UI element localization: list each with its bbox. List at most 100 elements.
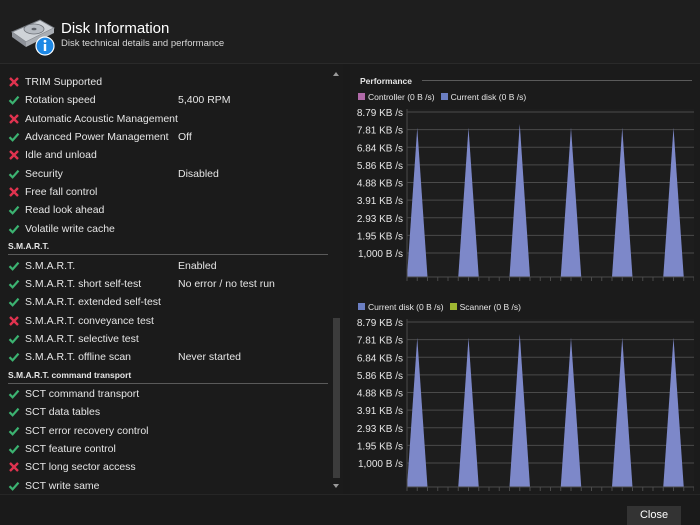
scroll-thumb[interactable] [333, 318, 340, 478]
disk-details-list[interactable]: TRIM Supported Rotation speed 5,400 RPM Aut… [0, 64, 343, 494]
scroll-down-arrow-icon[interactable] [333, 484, 339, 488]
feature-label: S.M.A.R.T. selective test [25, 332, 139, 345]
y-tick-label: 3.91 KB /s [357, 196, 403, 207]
check-icon [8, 389, 20, 399]
y-tick-label: 4.88 KB /s [357, 179, 403, 190]
legend-swatch [440, 93, 448, 100]
feature-label: TRIM Supported [25, 76, 103, 88]
feature-row[interactable]: S.M.A.R.T. selective test [0, 330, 330, 348]
chart-svg: 8.79 KB /s 7.81 KB /s 6.84 KB /s 5.86 KB /s… [357, 108, 694, 281]
feature-row[interactable]: S.M.A.R.T. conveyance test [0, 312, 330, 330]
dialog-title: Disk Information [61, 20, 170, 37]
plot-background [407, 109, 694, 277]
feature-label: Volatile write cache [25, 222, 115, 235]
feature-label: Idle and unload [25, 149, 97, 162]
feature-row[interactable]: S.M.A.R.T. Enabled [0, 257, 330, 275]
chart-1: 8.79 KB /s 7.81 KB /s 6.84 KB /s 5.86 KB /s… [357, 106, 694, 281]
feature-row[interactable]: SCT feature control [0, 440, 330, 458]
feature-value: 5,400 RPM [178, 94, 231, 107]
feature-label: Advanced Power Management [25, 131, 169, 144]
legend-label: Current disk (0 B /s) [368, 302, 444, 312]
feature-value: Enabled [178, 259, 217, 272]
feature-row[interactable]: SCT command transport [0, 385, 330, 403]
check-icon [8, 279, 20, 289]
check-icon [8, 132, 20, 142]
feature-label: S.M.A.R.T. offline scan [25, 351, 132, 364]
plot-background [407, 319, 694, 487]
y-tick-label: 3.91 KB /s [357, 406, 403, 417]
feature-label: SCT error recovery control [25, 424, 149, 437]
feature-row[interactable]: Idle and unload [0, 146, 330, 164]
feature-row[interactable]: Read look ahead [0, 201, 330, 219]
feature-row[interactable]: Advanced Power Management Off [0, 128, 330, 146]
check-icon [8, 224, 20, 234]
feature-row[interactable]: S.M.A.R.T. offline scan Never started [0, 348, 330, 366]
legend-swatch [449, 303, 457, 310]
feature-row[interactable]: SCT long sector access [0, 458, 330, 476]
cross-icon [9, 113, 19, 124]
check-icon [8, 481, 20, 491]
legend-swatch [358, 93, 365, 100]
feature-label: Automatic Acoustic Management [25, 112, 178, 125]
legend-swatch [358, 303, 365, 310]
feature-label: SCT write same [25, 479, 100, 492]
feature-row[interactable]: Volatile write cache [0, 220, 330, 238]
performance-divider [422, 80, 692, 81]
chart-2-legend: Current disk (0 B /s) Scanner (0 B /s) [358, 302, 527, 314]
cross-icon [9, 150, 19, 161]
feature-label: Read look ahead [25, 204, 105, 217]
check-icon [8, 334, 20, 344]
feature-row[interactable]: SCT data tables [0, 403, 330, 421]
feature-row[interactable]: Automatic Acoustic Management [0, 110, 330, 128]
cross-icon [9, 462, 19, 473]
dialog-header: Disk Information Disk technical details … [0, 0, 700, 64]
y-tick-label: 1,000 B /s [358, 459, 403, 470]
check-icon [8, 298, 20, 308]
y-tick-label: 6.84 KB /s [357, 353, 403, 364]
section-title: S.M.A.R.T. command transport [8, 369, 132, 380]
cross-icon [9, 77, 19, 87]
details-scrollbar[interactable] [332, 70, 341, 492]
check-icon [8, 426, 20, 436]
dialog-footer [0, 494, 700, 525]
check-icon [8, 96, 20, 106]
feature-row[interactable]: S.M.A.R.T. extended self-test [0, 293, 330, 311]
feature-row[interactable]: S.M.A.R.T. short self-test No error / no … [0, 275, 330, 293]
legend-label: Scanner (0 B /s) [459, 302, 521, 312]
legend-label: Current disk (0 B /s) [450, 92, 527, 102]
feature-row[interactable]: Rotation speed 5,400 RPM [0, 91, 330, 109]
legend-item: Scanner (0 B /s) [449, 302, 521, 312]
y-tick-label: 2.93 KB /s [357, 424, 403, 435]
feature-row[interactable]: Security Disabled [0, 165, 330, 183]
smart-section-header: S.M.A.R.T. [8, 241, 328, 256]
y-tick-label: 5.86 KB /s [357, 371, 403, 382]
legend-label: Controller (0 B /s) [368, 92, 435, 102]
y-tick-label: 4.88 KB /s [357, 389, 403, 400]
y-tick-label: 6.84 KB /s [357, 143, 403, 154]
cross-icon [9, 187, 19, 197]
disk-info-icon [10, 19, 56, 56]
check-icon [8, 408, 20, 418]
y-tick-label: 1.95 KB /s [357, 231, 403, 242]
feature-value: Off [178, 131, 192, 144]
close-button[interactable]: Close [627, 506, 681, 525]
feature-value: Never started [178, 351, 242, 364]
legend-item: Controller (0 B /s) [358, 92, 435, 102]
feature-row[interactable]: SCT write same [0, 477, 330, 494]
y-tick-label: 7.81 KB /s [357, 336, 403, 347]
check-icon [8, 261, 20, 271]
feature-label: S.M.A.R.T. [25, 259, 76, 272]
feature-row[interactable]: SCT error recovery control [0, 422, 330, 440]
feature-row[interactable]: Free fall control [0, 183, 330, 201]
y-tick-label: 7.81 KB /s [357, 126, 403, 137]
legend-item: Current disk (0 B /s) [358, 302, 444, 312]
feature-label: Free fall control [25, 186, 98, 199]
chart-1-legend: Controller (0 B /s) Current disk (0 B /s) [358, 92, 532, 104]
sct-section-header: S.M.A.R.T. command transport [8, 370, 328, 384]
feature-label: S.M.A.R.T. short self-test [25, 277, 142, 290]
feature-row[interactable]: TRIM Supported [0, 73, 330, 91]
scroll-up-arrow-icon[interactable] [333, 72, 339, 76]
y-tick-label: 5.86 KB /s [357, 161, 403, 172]
legend-item: Current disk (0 B /s) [440, 92, 527, 102]
feature-label: SCT feature control [25, 443, 116, 455]
